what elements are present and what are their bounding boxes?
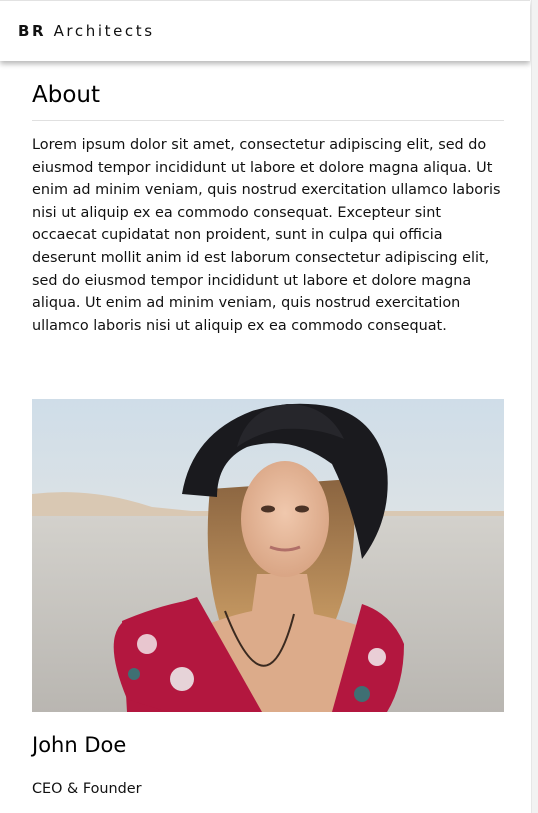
about-section: About Lorem ipsum dolor sit amet, consec… [32,60,504,797]
team-member-photo [32,399,504,712]
about-paragraph: Lorem ipsum dolor sit amet, consectetur … [32,137,501,334]
team-member-role: CEO & Founder [32,781,142,797]
brand-initials: BR [18,22,47,40]
portrait-image [32,399,504,712]
section-title: About [32,60,504,121]
brand-name: Architects [53,22,155,40]
page: BR Architects About Lorem ipsum dolor si… [0,0,538,813]
team-member-name: John Doe [32,733,127,757]
brand-link[interactable]: BR Architects [18,22,155,40]
scrollbar-track[interactable] [531,0,538,813]
top-navbar: BR Architects [0,0,530,61]
